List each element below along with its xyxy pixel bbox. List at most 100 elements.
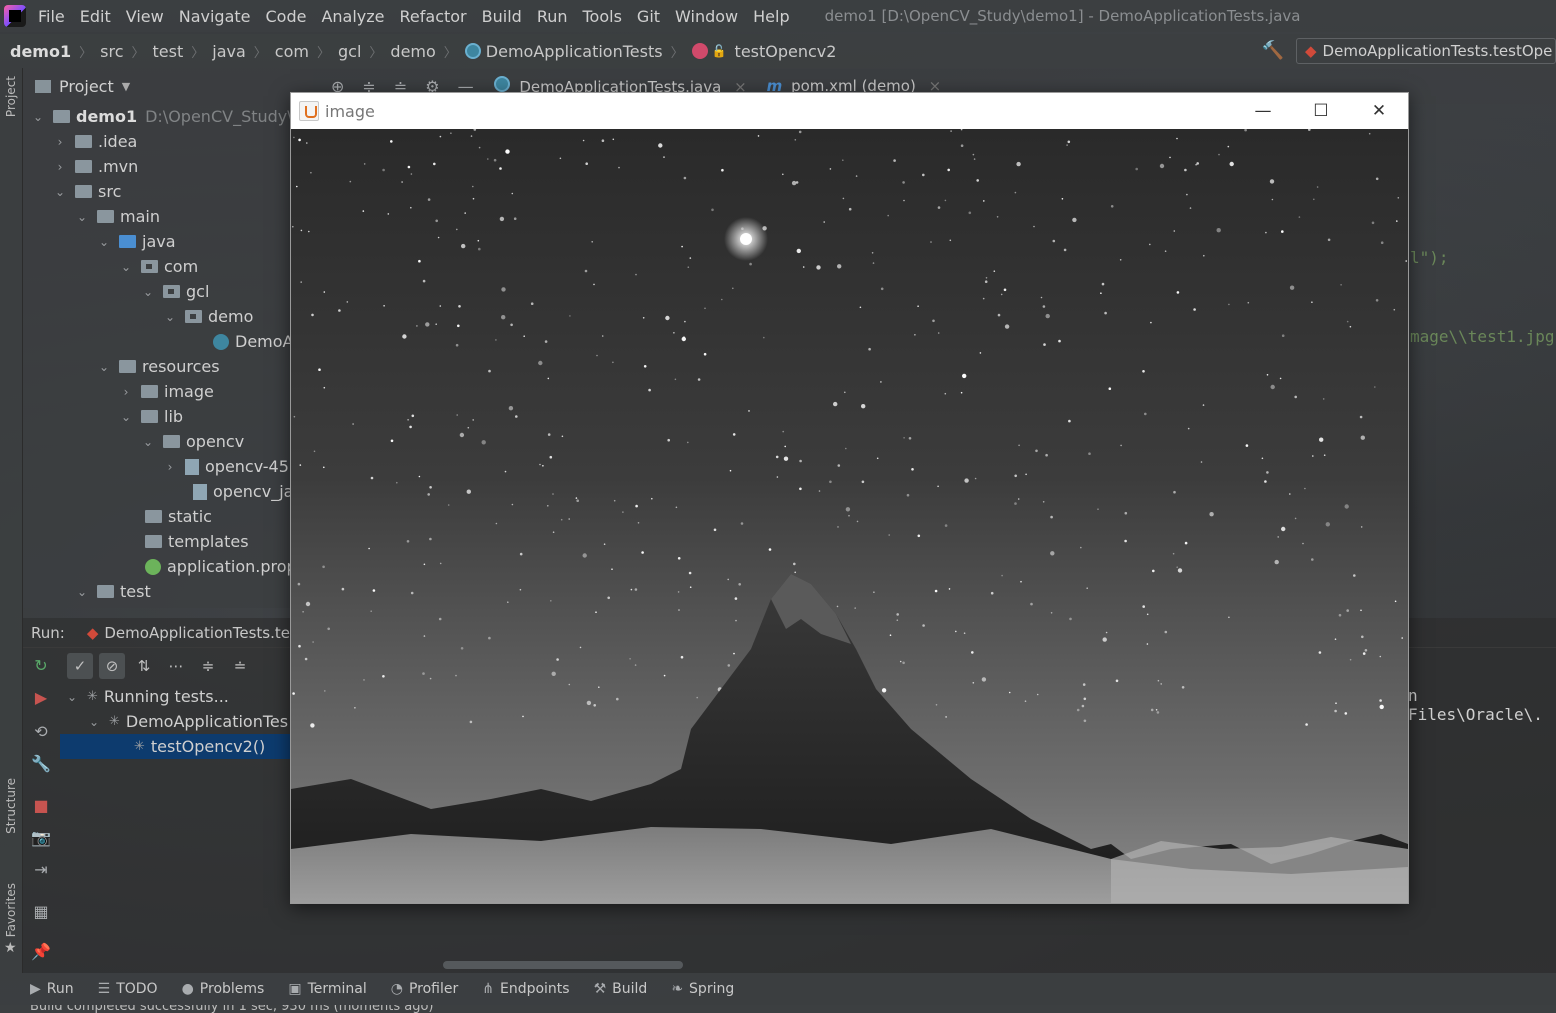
tree-item-opencv-dll[interactable]: opencv_jav [23,479,313,504]
chevron-down-icon[interactable]: ⌄ [97,360,111,374]
tree-item-main[interactable]: ⌄ main [23,204,313,229]
chevron-down-icon[interactable]: ⌄ [141,285,155,299]
breadcrumb-item-class[interactable]: DemoApplicationTests [486,42,663,61]
tree-item-image[interactable]: › image [23,379,313,404]
horizontal-scrollbar[interactable] [443,961,683,969]
chevron-down-icon[interactable]: ⌄ [75,210,89,224]
image-window[interactable]: image — ☐ ✕ [290,92,1409,904]
tree-item-demo[interactable]: ⌄ demo [23,304,313,329]
tree-item-mvn[interactable]: › .mvn [23,154,313,179]
close-button[interactable]: ✕ [1350,93,1408,129]
toggle-auto-test-icon[interactable]: ⟲ [31,722,51,742]
stop-icon[interactable]: ■ [31,796,51,816]
tool-terminal[interactable]: ▣ Terminal [288,981,366,997]
test-tree-item-root[interactable]: ⌄ ✳ Running tests... [65,684,305,709]
chevron-down-icon[interactable]: ⌄ [163,310,177,324]
menu-build[interactable]: Build [482,7,522,26]
structure-tool-button[interactable]: Structure [4,778,18,834]
favorites-tool-button[interactable]: Favorites [4,883,18,937]
tree-item-demo-app[interactable]: DemoA [23,329,313,354]
menu-refactor[interactable]: Refactor [400,7,467,26]
chevron-down-icon[interactable]: ▼ [122,80,130,93]
menu-navigate[interactable]: Navigate [179,7,251,26]
chevron-down-icon[interactable]: ⌄ [141,435,155,449]
tree-item-test[interactable]: ⌄ test [23,579,313,604]
chevron-right-icon[interactable]: › [53,160,67,174]
tree-item-root[interactable]: ⌄ demo1 D:\OpenCV_Study\de [23,104,313,129]
pin-icon[interactable]: 📌 [31,942,51,962]
camera-icon[interactable]: 📷 [31,828,51,848]
chevron-down-icon[interactable]: ⌄ [119,410,133,424]
expand-all-icon[interactable]: ≑ [195,653,221,679]
chevron-down-icon[interactable]: ⌄ [53,185,67,199]
image-window-titlebar[interactable]: image — ☐ ✕ [291,93,1408,129]
list-icon: ☰ [97,981,111,997]
breadcrumb-item-java[interactable]: java [212,42,246,61]
menu-analyze[interactable]: Analyze [321,7,384,26]
breadcrumb-item-test[interactable]: test [153,42,184,61]
layout-icon[interactable]: ▦ [31,902,51,922]
tool-profiler[interactable]: ◔ Profiler [391,981,459,997]
sort-icon[interactable]: ⇅ [131,653,157,679]
tree-item-java[interactable]: ⌄ java [23,229,313,254]
tree-item-com[interactable]: ⌄ com [23,254,313,279]
chevron-down-icon[interactable]: ⌄ [65,690,79,704]
rerun-failed-icon[interactable]: ▶ [31,688,51,708]
show-passed-icon[interactable]: ✓ [67,653,93,679]
menu-run[interactable]: Run [537,7,568,26]
chevron-right-icon[interactable]: › [163,460,177,474]
minimize-button[interactable]: — [1234,93,1292,129]
tree-item-static[interactable]: static [23,504,313,529]
chevron-right-icon[interactable]: › [53,135,67,149]
tool-problems[interactable]: ● Problems [182,981,265,997]
chevron-down-icon[interactable]: ⌄ [97,235,111,249]
menu-tools[interactable]: Tools [583,7,622,26]
breadcrumb-item-com[interactable]: com [275,42,309,61]
tree-item-templates[interactable]: templates [23,529,313,554]
breadcrumb-item-project[interactable]: demo1 [10,42,71,61]
chevron-down-icon[interactable]: ⌄ [75,585,89,599]
chevron-down-icon[interactable]: ⌄ [87,715,101,729]
menu-file[interactable]: File [38,7,65,26]
chevron-down-icon[interactable]: ⌄ [119,260,133,274]
build-hammer-icon[interactable]: 🔨 [1262,40,1284,61]
menu-git[interactable]: Git [637,7,660,26]
exit-icon[interactable]: ⇥ [31,860,51,880]
menu-help[interactable]: Help [753,7,789,26]
tool-run[interactable]: ▶ Run [30,981,74,997]
wrench-icon[interactable]: 🔧 [31,754,51,774]
run-configuration-select[interactable]: ◆ DemoApplicationTests.testOpe [1296,38,1556,64]
tool-todo[interactable]: ☰ TODO [98,981,158,997]
tree-item-resources[interactable]: ⌄ resources [23,354,313,379]
show-ignored-icon[interactable]: ⊘ [99,653,125,679]
menu-code[interactable]: Code [266,7,307,26]
project-tool-button[interactable]: Project [4,76,18,117]
tool-endpoints[interactable]: ⋔ Endpoints [482,981,569,997]
tree-item-lib[interactable]: ⌄ lib [23,404,313,429]
tree-item-src[interactable]: ⌄ src [23,179,313,204]
breadcrumb-item-src[interactable]: src [100,42,123,61]
maximize-button[interactable]: ☐ [1292,93,1350,129]
tool-build[interactable]: ⚒ Build [594,981,648,997]
tree-item-opencv[interactable]: ⌄ opencv [23,429,313,454]
project-panel-header[interactable]: Project ▼ [23,68,313,104]
tree-item-gcl[interactable]: ⌄ gcl [23,279,313,304]
rerun-icon[interactable]: ↻ [31,656,51,676]
breadcrumb-item-method[interactable]: testOpencv2 [735,42,837,61]
menu-edit[interactable]: Edit [80,7,111,26]
menu-window[interactable]: Window [675,7,738,26]
tree-item-application-properties[interactable]: application.prop [23,554,313,579]
test-tree-item-method[interactable]: ✳ testOpencv2() [60,734,290,759]
test-tree-item-class[interactable]: ⌄ ✳ DemoApplicationTes [87,709,307,734]
collapse-all-icon[interactable]: ≐ [227,653,253,679]
sort-duration-icon[interactable]: ⋯ [163,653,189,679]
run-tab-config[interactable]: DemoApplicationTests.te [104,624,290,642]
tool-spring[interactable]: ❧ Spring [671,981,734,997]
menu-view[interactable]: View [126,7,164,26]
tree-item-opencv-jar[interactable]: › opencv-45 [23,454,313,479]
chevron-right-icon[interactable]: › [119,385,133,399]
breadcrumb-item-gcl[interactable]: gcl [338,42,361,61]
chevron-down-icon[interactable]: ⌄ [31,110,45,124]
tree-item-idea[interactable]: › .idea [23,129,313,154]
breadcrumb-item-demo[interactable]: demo [390,42,435,61]
